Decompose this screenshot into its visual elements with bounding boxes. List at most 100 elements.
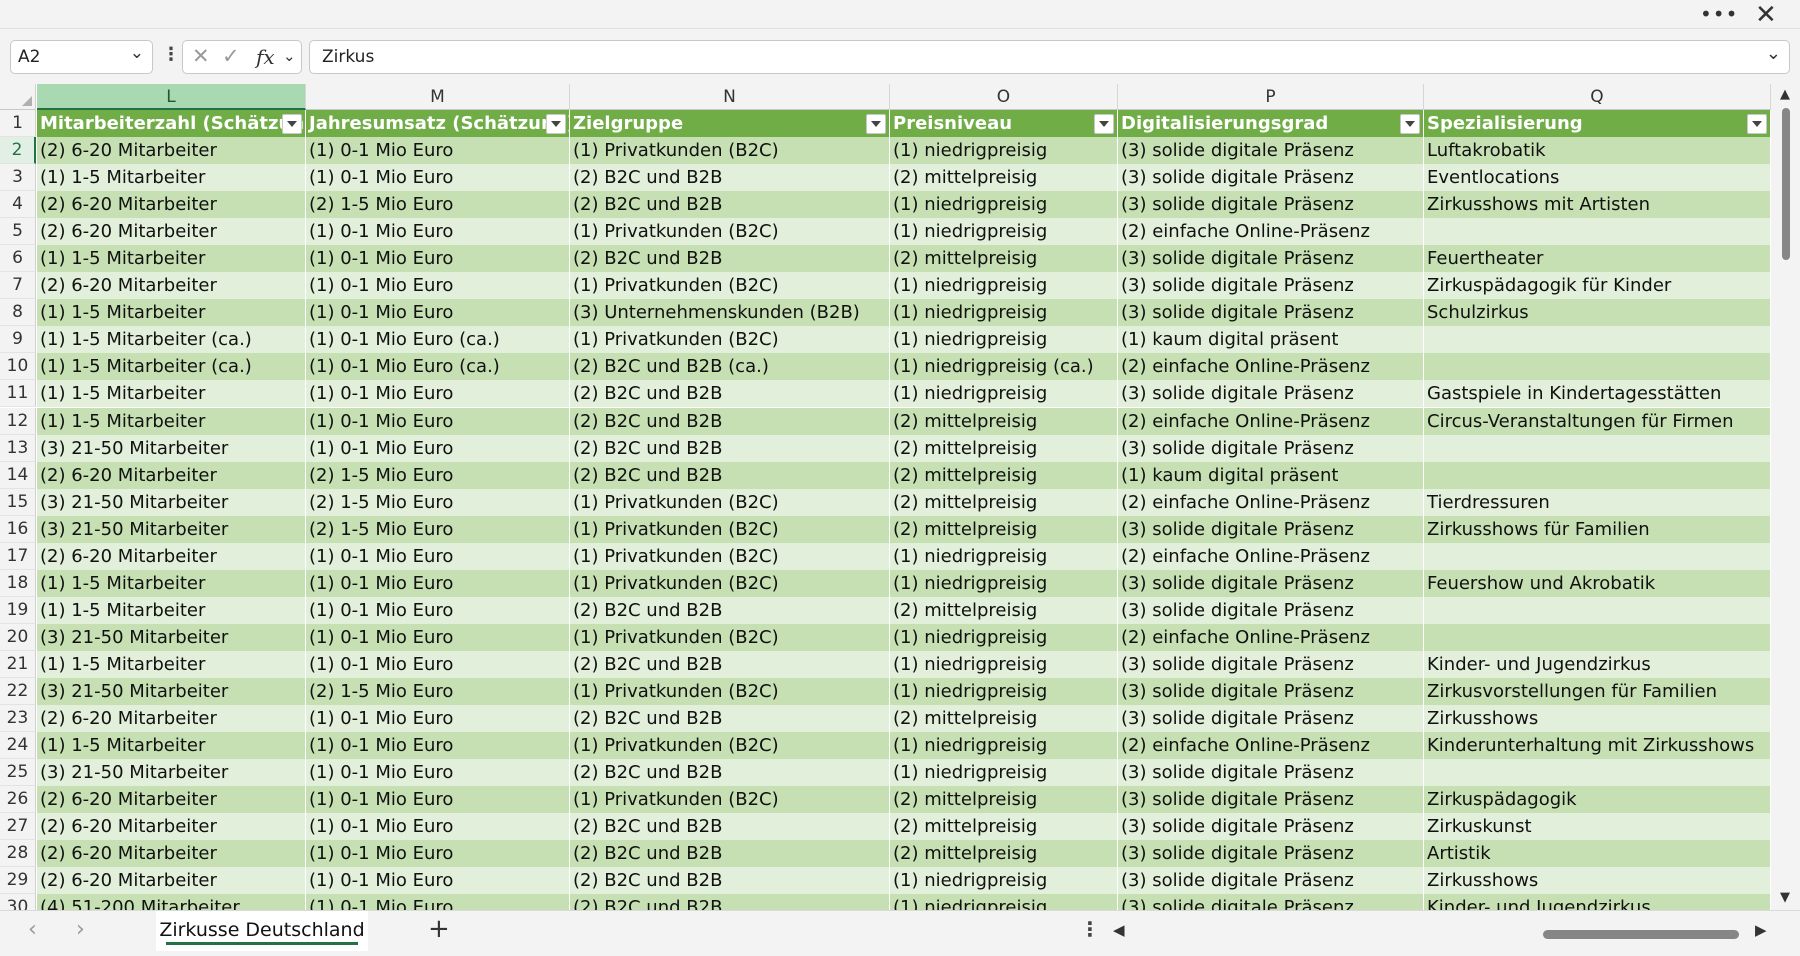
table-cell[interactable]: (1) 0-1 Mio Euro <box>306 542 570 570</box>
table-cell[interactable]: (1) 0-1 Mio Euro <box>306 299 570 327</box>
table-cell[interactable]: (3) solide digitale Präsenz <box>1118 299 1424 327</box>
table-header-cell[interactable]: Preisniveau <box>890 110 1118 137</box>
table-cell[interactable]: Artistik <box>1424 840 1771 868</box>
table-cell[interactable]: (3) solide digitale Präsenz <box>1118 272 1424 300</box>
table-cell[interactable]: (1) 0-1 Mio Euro <box>306 218 570 246</box>
table-cell[interactable]: (1) 0-1 Mio Euro <box>306 245 570 273</box>
table-cell[interactable]: (2) mittelpreisig <box>890 461 1118 489</box>
table-cell[interactable]: (4) 51-200 Mitarbeiter <box>37 894 306 910</box>
row-header-9[interactable]: 9 <box>0 326 36 354</box>
table-cell[interactable]: (3) solide digitale Präsenz <box>1118 380 1424 408</box>
row-header-4[interactable]: 4 <box>0 191 36 219</box>
table-cell[interactable]: (2) einfache Online-Präsenz <box>1118 542 1424 570</box>
row-header-29[interactable]: 29 <box>0 867 36 895</box>
table-cell[interactable]: (1) 0-1 Mio Euro <box>306 813 570 841</box>
table-cell[interactable]: (1) Privatkunden (B2C) <box>570 488 890 516</box>
table-cell[interactable]: (2) einfache Online-Präsenz <box>1118 407 1424 435</box>
table-cell[interactable]: (1) Privatkunden (B2C) <box>570 732 890 760</box>
table-cell[interactable] <box>1424 623 1771 651</box>
table-cell[interactable] <box>1424 542 1771 570</box>
table-cell[interactable]: (2) einfache Online-Präsenz <box>1118 353 1424 381</box>
table-cell[interactable]: Luftakrobatik <box>1424 137 1771 164</box>
table-cell[interactable]: (1) 0-1 Mio Euro <box>306 732 570 760</box>
row-header-13[interactable]: 13 <box>0 434 36 462</box>
vertical-dots-icon[interactable]: ⋮ <box>162 44 180 65</box>
column-header-o[interactable]: O <box>890 84 1118 110</box>
table-cell[interactable]: (3) solide digitale Präsenz <box>1118 813 1424 841</box>
horizontal-scroll-thumb[interactable] <box>1543 930 1739 939</box>
table-cell[interactable]: (3) solide digitale Präsenz <box>1118 678 1424 705</box>
table-header-cell[interactable]: Spezialisierung <box>1424 110 1771 137</box>
formula-input[interactable]: Zirkus ⌄ <box>309 40 1790 74</box>
table-cell[interactable]: (1) niedrigpreisig <box>890 623 1118 651</box>
table-cell[interactable]: (1) 1-5 Mitarbeiter <box>37 164 306 192</box>
table-cell[interactable]: Zirkuspädagogik für Kinder <box>1424 272 1771 300</box>
row-header-14[interactable]: 14 <box>0 461 36 489</box>
row-header-6[interactable]: 6 <box>0 245 36 273</box>
table-cell[interactable]: Circus-Veranstaltungen für Firmen <box>1424 407 1771 435</box>
table-cell[interactable]: (1) kaum digital präsent <box>1118 461 1424 489</box>
table-cell[interactable]: Eventlocations <box>1424 164 1771 192</box>
table-cell[interactable]: (3) solide digitale Präsenz <box>1118 596 1424 624</box>
table-cell[interactable]: Zirkusshows für Familien <box>1424 515 1771 543</box>
table-cell[interactable]: (2) 6-20 Mitarbeiter <box>37 272 306 300</box>
table-cell[interactable]: (2) einfache Online-Präsenz <box>1118 488 1424 516</box>
table-cell[interactable]: Gastspiele in Kindertagesstätten <box>1424 380 1771 408</box>
table-cell[interactable]: (1) 0-1 Mio Euro <box>306 786 570 814</box>
row-header-20[interactable]: 20 <box>0 623 36 651</box>
table-cell[interactable]: Tierdressuren <box>1424 488 1771 516</box>
row-header-3[interactable]: 3 <box>0 164 36 192</box>
table-cell[interactable]: (1) niedrigpreisig <box>890 678 1118 705</box>
table-cell[interactable]: (1) Privatkunden (B2C) <box>570 786 890 814</box>
row-header-22[interactable]: 22 <box>0 678 36 705</box>
row-header-27[interactable]: 27 <box>0 813 36 841</box>
table-cell[interactable]: (2) B2C und B2B <box>570 705 890 733</box>
table-cell[interactable]: (2) 1-5 Mio Euro <box>306 488 570 516</box>
table-cell[interactable]: (1) Privatkunden (B2C) <box>570 218 890 246</box>
table-cell[interactable] <box>1424 218 1771 246</box>
table-cell[interactable]: (3) solide digitale Präsenz <box>1118 786 1424 814</box>
table-cell[interactable]: (1) Privatkunden (B2C) <box>570 326 890 354</box>
scroll-left-icon[interactable]: ◀ <box>1113 921 1125 939</box>
column-header-q[interactable]: Q <box>1424 84 1771 110</box>
table-cell[interactable]: (3) solide digitale Präsenz <box>1118 245 1424 273</box>
row-header-28[interactable]: 28 <box>0 840 36 868</box>
table-cell[interactable]: (1) 0-1 Mio Euro (ca.) <box>306 353 570 381</box>
table-cell[interactable]: (2) B2C und B2B <box>570 867 890 895</box>
table-cell[interactable]: (3) 21-50 Mitarbeiter <box>37 434 306 462</box>
table-cell[interactable]: (1) niedrigpreisig (ca.) <box>890 353 1118 381</box>
table-cell[interactable]: (1) niedrigpreisig <box>890 137 1118 164</box>
table-cell[interactable]: (1) Privatkunden (B2C) <box>570 137 890 164</box>
table-cell[interactable]: (1) 1-5 Mitarbeiter (ca.) <box>37 353 306 381</box>
table-cell[interactable]: (2) mittelpreisig <box>890 515 1118 543</box>
table-cell[interactable] <box>1424 434 1771 462</box>
table-cell[interactable]: (1) niedrigpreisig <box>890 191 1118 219</box>
row-header-23[interactable]: 23 <box>0 705 36 733</box>
table-cell[interactable]: (2) B2C und B2B <box>570 759 890 787</box>
table-cell[interactable]: (3) solide digitale Präsenz <box>1118 164 1424 192</box>
table-cell[interactable]: (1) 0-1 Mio Euro <box>306 434 570 462</box>
row-header-5[interactable]: 5 <box>0 218 36 246</box>
row-header-21[interactable]: 21 <box>0 650 36 678</box>
table-cell[interactable]: (1) 0-1 Mio Euro <box>306 867 570 895</box>
table-cell[interactable]: (1) Privatkunden (B2C) <box>570 515 890 543</box>
table-cell[interactable] <box>1424 353 1771 381</box>
table-cell[interactable]: (3) solide digitale Präsenz <box>1118 867 1424 895</box>
table-cell[interactable]: (2) 6-20 Mitarbeiter <box>37 867 306 895</box>
table-cell[interactable]: (1) niedrigpreisig <box>890 650 1118 678</box>
expand-formula-icon[interactable]: ⌄ <box>1766 43 1781 64</box>
add-sheet-button[interactable]: + <box>428 914 450 944</box>
table-cell[interactable]: (3) solide digitale Präsenz <box>1118 650 1424 678</box>
table-header-cell[interactable]: Jahresumsatz (Schätzung) <box>306 110 570 137</box>
column-header-l[interactable]: L <box>37 84 306 110</box>
table-cell[interactable]: (1) 0-1 Mio Euro <box>306 623 570 651</box>
spreadsheet-grid[interactable]: L M N O P Q 1 Mitarbeiterzahl (Schätzung) Jahres… <box>0 84 1771 910</box>
table-cell[interactable]: (1) 0-1 Mio Euro <box>306 650 570 678</box>
table-cell[interactable]: (1) 0-1 Mio Euro <box>306 137 570 164</box>
table-cell[interactable]: (3) solide digitale Präsenz <box>1118 137 1424 164</box>
table-cell[interactable]: (1) niedrigpreisig <box>890 732 1118 760</box>
table-cell[interactable]: (3) solide digitale Präsenz <box>1118 569 1424 597</box>
table-cell[interactable]: (1) niedrigpreisig <box>890 542 1118 570</box>
table-cell[interactable]: (2) B2C und B2B <box>570 245 890 273</box>
table-cell[interactable]: Zirkusvorstellungen für Familien <box>1424 678 1771 705</box>
